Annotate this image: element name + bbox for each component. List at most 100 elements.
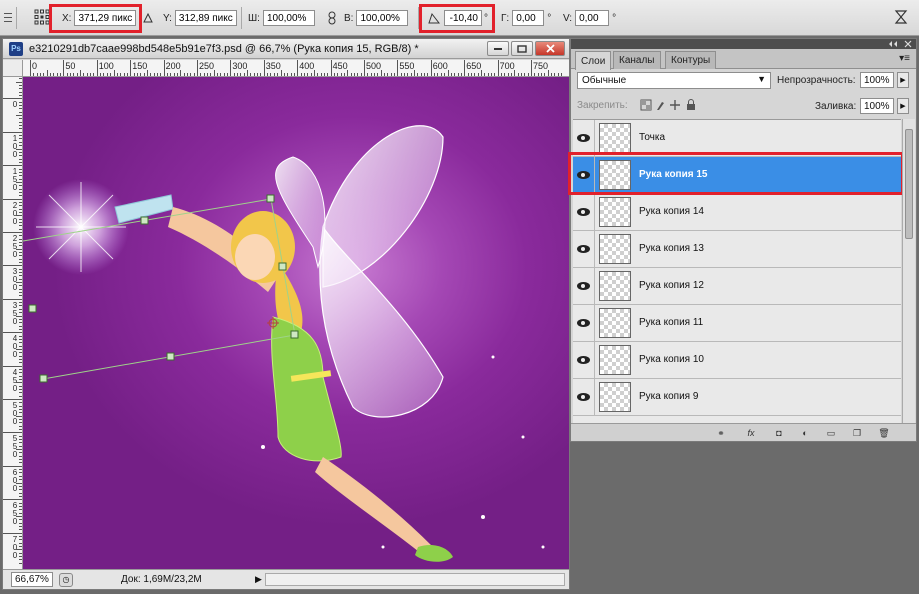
adjustment-layer-icon[interactable]: ◐: [797, 427, 813, 439]
x-highlight-box: [49, 4, 142, 33]
height-label: В:: [344, 12, 354, 24]
height-input[interactable]: 100,00%: [356, 10, 409, 26]
ruler-tick: [73, 73, 75, 76]
ruler-tick: [19, 125, 22, 127]
ruler-tick: [146, 70, 148, 76]
ruler-tick: [19, 502, 22, 504]
visibility-toggle[interactable]: [573, 342, 595, 378]
ruler-tick: [551, 73, 553, 76]
ruler-tick: [3, 432, 22, 434]
ruler-tick: [16, 148, 22, 150]
opacity-input[interactable]: 100%: [860, 72, 894, 88]
ruler-corner[interactable]: [3, 60, 23, 77]
width-group: Ш: 100,00%: [248, 10, 315, 26]
visibility-toggle[interactable]: [573, 231, 595, 267]
lock-label: Закрепить:: [577, 100, 628, 111]
tab-paths[interactable]: Контуры: [665, 51, 717, 69]
layer-row[interactable]: Рука копия 12: [573, 268, 901, 305]
link-layers-icon[interactable]: ⚭: [713, 427, 729, 439]
collapse-panel-icon[interactable]: [888, 40, 900, 48]
width-input[interactable]: 100,00%: [262, 10, 315, 26]
visibility-toggle[interactable]: [573, 268, 595, 304]
ruler-tick: [340, 73, 342, 76]
opacity-slider-arrow-icon[interactable]: ▶: [897, 72, 909, 88]
ruler-tick: [290, 73, 292, 76]
ruler-left-label: 6 0 0: [12, 467, 18, 493]
visibility-toggle[interactable]: [573, 379, 595, 415]
document-titlebar[interactable]: Ps e3210291db7caae998bd548e5b91e7f3.psd …: [3, 39, 569, 59]
hskew-input[interactable]: 0,00: [512, 10, 545, 26]
add-mask-icon[interactable]: ◘: [771, 427, 787, 439]
menu-handle-icon[interactable]: [4, 10, 12, 26]
horizontal-scrollbar[interactable]: [265, 573, 565, 586]
ruler-tick: [19, 208, 22, 210]
reference-point-icon[interactable]: [34, 9, 50, 25]
ruler-tick: [267, 73, 269, 76]
layer-thumbnail: [599, 308, 631, 338]
y-position-input[interactable]: 312,89 пикс: [174, 10, 237, 26]
status-info-icon[interactable]: ◷: [59, 572, 73, 587]
fill-slider-arrow-icon[interactable]: ▶: [897, 98, 909, 114]
fill-input[interactable]: 100%: [860, 98, 894, 114]
canvas[interactable]: [23, 77, 569, 569]
ruler-tick: [384, 73, 386, 76]
ruler-left-label: 4 5 0: [12, 367, 18, 393]
visibility-toggle[interactable]: [573, 194, 595, 230]
tab-layers[interactable]: Слои: [575, 51, 612, 70]
close-icon: [545, 44, 555, 53]
visibility-toggle[interactable]: [573, 305, 595, 341]
ruler-tick: [16, 482, 22, 484]
status-menu-arrow-icon[interactable]: ▶: [255, 574, 262, 585]
panel-header[interactable]: [571, 39, 916, 49]
layers-scrollbar[interactable]: [902, 119, 915, 423]
layer-row[interactable]: Рука копия 14: [573, 194, 901, 231]
minimize-button[interactable]: [487, 41, 509, 56]
panel-menu-icon[interactable]: ▾≡: [899, 53, 910, 64]
restore-button[interactable]: [511, 41, 533, 56]
blend-mode-select[interactable]: Обычные ▼: [577, 72, 771, 89]
ruler-tick: [317, 73, 319, 76]
ruler-horizontal[interactable]: 0 50 100 150 200 250 300 350 400 450 500 550 600 650 7…: [23, 60, 569, 77]
ruler-tick: [19, 288, 22, 290]
ruler-tick: [277, 73, 279, 76]
ruler-tick: [19, 312, 22, 314]
ruler-tick: [19, 302, 22, 304]
zoom-input[interactable]: 66,67%: [11, 572, 53, 587]
ruler-vertical[interactable]: 501 0 01 5 02 0 02 5 03 0 03 5 04 0 04 5…: [3, 77, 23, 569]
scrollbar-thumb[interactable]: [905, 129, 913, 239]
layer-row[interactable]: Рука копия 10: [573, 342, 901, 379]
ruler-tick: [547, 70, 549, 76]
hskew-unit: °: [547, 12, 552, 24]
ruler-tick: [50, 73, 52, 76]
ruler-tick: [123, 73, 125, 76]
ruler-tick: [19, 529, 22, 531]
ruler-tick: [303, 73, 305, 76]
warp-mode-icon[interactable]: [893, 9, 909, 25]
ruler-tick: [531, 60, 532, 76]
ruler-tick: [19, 402, 22, 404]
face: [235, 234, 275, 280]
ruler-tick: [113, 70, 115, 76]
ruler-tick: [163, 60, 165, 76]
ruler-tick: [300, 73, 302, 76]
ruler-tick: [3, 198, 22, 200]
ruler-tick: [460, 73, 462, 76]
vskew-input[interactable]: 0,00: [575, 10, 610, 26]
layer-style-fx-icon[interactable]: fx: [743, 427, 759, 439]
layer-row[interactable]: Рука копия 13: [573, 231, 901, 268]
link-icon[interactable]: [328, 10, 336, 26]
tab-channels[interactable]: Каналы: [613, 51, 661, 69]
ruler-top-label: 50: [65, 61, 76, 71]
layer-row[interactable]: Рука копия 11: [573, 305, 901, 342]
close-panel-icon[interactable]: [904, 40, 912, 48]
new-group-icon[interactable]: ▭: [823, 427, 839, 439]
ruler-tick: [19, 88, 22, 90]
relative-position-icon[interactable]: [143, 10, 153, 26]
ruler-tick: [19, 272, 22, 274]
delete-layer-icon[interactable]: 🗑: [876, 427, 892, 439]
ruler-tick: [19, 185, 22, 187]
layer-row[interactable]: Рука копия 9: [573, 379, 901, 416]
close-button[interactable]: [535, 41, 565, 56]
new-layer-icon[interactable]: ❐: [849, 427, 865, 439]
visibility-toggle[interactable]: [573, 120, 595, 156]
